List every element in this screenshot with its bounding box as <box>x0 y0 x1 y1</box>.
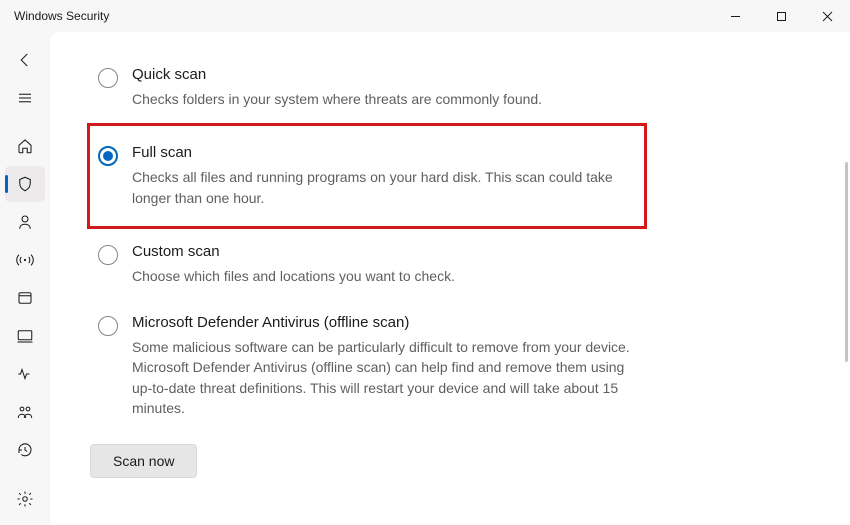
maximize-button[interactable] <box>758 0 804 32</box>
window-controls <box>712 0 850 32</box>
radio-custom[interactable] <box>98 245 118 265</box>
full-desc: Checks all files and running programs on… <box>132 167 636 208</box>
scan-option-custom[interactable]: Custom scan Choose which files and locat… <box>90 229 650 300</box>
minimize-button[interactable] <box>712 0 758 32</box>
nav-settings[interactable] <box>5 481 45 517</box>
nav-firewall[interactable] <box>5 242 45 278</box>
custom-desc: Choose which files and locations you wan… <box>132 266 642 286</box>
offline-title: Microsoft Defender Antivirus (offline sc… <box>132 314 642 331</box>
scan-option-quick[interactable]: Quick scan Checks folders in your system… <box>90 52 650 123</box>
nav-protection-history[interactable] <box>5 432 45 468</box>
nav-device-performance[interactable] <box>5 356 45 392</box>
custom-title: Custom scan <box>132 243 642 260</box>
radio-quick[interactable] <box>98 68 118 88</box>
scan-option-offline[interactable]: Microsoft Defender Antivirus (offline sc… <box>90 300 650 432</box>
nav-account-protection[interactable] <box>5 204 45 240</box>
scan-option-full[interactable]: Full scan Checks all files and running p… <box>87 123 647 229</box>
nav-family-options[interactable] <box>5 394 45 430</box>
full-title: Full scan <box>132 144 636 161</box>
sidebar <box>0 32 50 525</box>
nav-virus-protection[interactable] <box>5 166 45 202</box>
content-area: Quick scan Checks folders in your system… <box>50 32 850 525</box>
quick-desc: Checks folders in your system where thre… <box>132 89 642 109</box>
nav-home[interactable] <box>5 128 45 164</box>
window-title: Windows Security <box>14 9 109 23</box>
nav-device-security[interactable] <box>5 318 45 354</box>
offline-desc: Some malicious software can be particula… <box>132 337 642 418</box>
quick-title: Quick scan <box>132 66 642 83</box>
close-button[interactable] <box>804 0 850 32</box>
scrollbar-thumb[interactable] <box>845 162 848 362</box>
radio-offline[interactable] <box>98 316 118 336</box>
titlebar: Windows Security <box>0 0 850 32</box>
menu-button[interactable] <box>5 80 45 116</box>
radio-full[interactable] <box>98 146 118 166</box>
nav-app-browser-control[interactable] <box>5 280 45 316</box>
scan-now-button[interactable]: Scan now <box>90 444 197 478</box>
back-button[interactable] <box>5 42 45 78</box>
